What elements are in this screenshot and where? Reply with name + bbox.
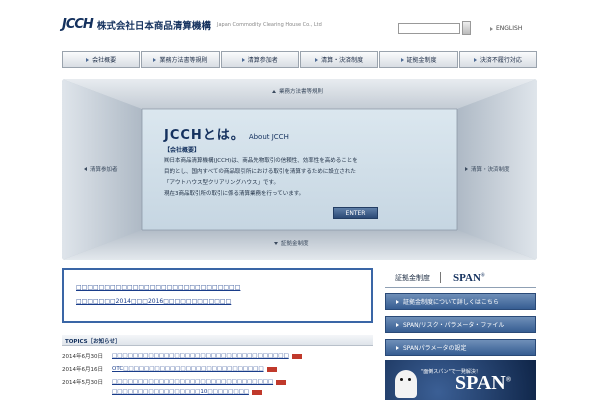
registered-mark: ® — [505, 375, 511, 384]
topic-date: 2014年5月30日 — [62, 380, 103, 386]
global-nav: 会社概要 業務方法書等規則 清算参加者 清算・決済制度 証拠金制度 決済不履行対… — [62, 51, 537, 68]
nav-label: 証拠金制度 — [406, 57, 437, 64]
nav-item-participants[interactable]: 清算参加者 — [220, 51, 299, 68]
search-button[interactable] — [462, 21, 471, 35]
hero-description-line: 現在3商品取引所の取引に係る清算業務を行っています。 — [164, 191, 305, 197]
arrow-down-icon — [274, 242, 278, 245]
mascot-icon — [395, 370, 417, 398]
topic-date: 2014年6月16日 — [62, 367, 103, 373]
arrow-right-icon — [400, 57, 404, 62]
topic-link[interactable]: □□□□□□□□□□□□□□□□□□□□□□□□□□□□□□□□□□ — [112, 353, 289, 359]
hero-description-line: 目的とし、国内すべての商品取引所における取引を清算するために設立された — [164, 169, 356, 175]
hero-link-label: 清算・決済制度 — [471, 167, 510, 173]
nav-label: 業務方法書等規則 — [159, 57, 208, 64]
hero-description: ㈱日本商品清算機構(JCCH)は、商品先物取引の信頼性、効率性を高めることを 目… — [164, 156, 424, 200]
topic-date: 2014年6月30日 — [62, 354, 103, 360]
arrow-right-icon — [473, 57, 477, 62]
topic-item: 2014年6月16日 OTC□□□□□□□□□□□□□□□□□□□□□□□□□□… — [62, 365, 373, 373]
arrow-right-icon — [396, 345, 399, 350]
span-logo-text: SPAN — [453, 271, 481, 284]
hero-title-en: About JCCH — [248, 133, 289, 141]
arrow-left-icon — [84, 167, 87, 171]
new-badge-icon — [291, 353, 302, 359]
span-parameter-button[interactable]: SPANパラメータの設定 — [385, 339, 536, 356]
nav-item-margin[interactable]: 証拠金制度 — [379, 51, 458, 68]
header: JCCH 株式会社日本商品清算機構 Japan Commodity Cleari… — [0, 0, 600, 44]
banner-logo-text: SPAN — [455, 372, 506, 394]
side-button-label: 証拠金制度について詳しくはこちら — [403, 299, 499, 306]
topic-item: 2014年5月30日 □□□□□□□□□□□□□□□□□□□□□□□□□□□□□… — [62, 378, 373, 386]
hero-link-rules[interactable]: 業務方法書等規則 — [272, 87, 323, 95]
hero-link-participants[interactable]: 清算参加者 — [84, 165, 118, 173]
topics-heading: TOPICS［お知らせ］ — [62, 335, 373, 346]
hero-link-margin[interactable]: 証拠金制度 — [274, 239, 309, 247]
banner-span-logo: SPAN® — [455, 372, 511, 395]
span-banner[interactable]: "面倒スパン"で一発解決！ SPAN® — [385, 360, 536, 400]
arrow-right-icon — [465, 167, 468, 171]
span-risk-file-button[interactable]: SPAN/リスク・パラメータ・ファイル — [385, 316, 536, 333]
topic-item: 2014年6月30日 □□□□□□□□□□□□□□□□□□□□□□□□□□□□□… — [62, 352, 373, 360]
nav-label: 清算参加者 — [247, 57, 278, 64]
topic-link[interactable]: □□□□□□□□□□□□□□□□□□□□□□□□□□□□□□□ — [112, 379, 273, 385]
hero-description-line: ㈱日本商品清算機構(JCCH)は、商品先物取引の信頼性、効率性を高めることを — [164, 158, 358, 164]
margin-system-heading: 証拠金制度 SPAN® — [385, 268, 536, 288]
hero-description-line: 「アウトハウス型クリアリングハウス」です。 — [164, 180, 279, 186]
hero-panel: 業務方法書等規則 証拠金制度 清算参加者 清算・決済制度 JCCHとは。 Abo… — [62, 79, 537, 260]
topic-link[interactable]: □□□□□□□□□□□□□□□□□10□□□□□□□□ — [112, 389, 249, 395]
span-logo: SPAN® — [453, 272, 485, 284]
arrow-up-icon — [272, 90, 276, 93]
new-badge-icon — [276, 379, 287, 385]
nav-item-company[interactable]: 会社概要 — [62, 51, 141, 68]
margin-system-label: 証拠金制度 — [395, 273, 430, 282]
arrow-right-icon — [396, 322, 399, 327]
new-badge-icon — [251, 389, 262, 395]
search-input[interactable] — [398, 23, 460, 34]
notice-link[interactable]: □□□□□□□2014□□□2016□□□□□□□□□□□□ — [76, 295, 371, 309]
site-logo[interactable]: JCCH 株式会社日本商品清算機構 — [62, 17, 211, 32]
hero-title: JCCHとは。 About JCCH — [164, 124, 289, 143]
logo-company-name: 株式会社日本商品清算機構 — [96, 20, 211, 32]
english-link[interactable]: ENGLISH — [490, 25, 522, 32]
nav-item-default[interactable]: 決済不履行対応 — [458, 51, 537, 68]
nav-label: 会社概要 — [92, 57, 117, 64]
arrow-right-icon — [315, 57, 319, 62]
enter-button[interactable]: ENTER — [333, 207, 378, 219]
notice-box: □□□□□□□□□□□□□□□□□□□□□□□□□□□□□ □□□□□□□201… — [62, 268, 373, 323]
divider — [440, 272, 441, 283]
nav-item-rules[interactable]: 業務方法書等規則 — [141, 51, 220, 68]
arrow-right-icon — [490, 26, 493, 31]
arrow-right-icon — [241, 57, 245, 62]
topic-link[interactable]: OTC□□□□□□□□□□□□□□□□□□□□□□□□□□□ — [112, 366, 264, 372]
hero-link-clearing[interactable]: 清算・決済制度 — [465, 165, 510, 173]
logo-mark: JCCH — [62, 17, 94, 32]
nav-label: 清算・決済制度 — [321, 57, 364, 64]
arrow-right-icon — [396, 299, 399, 304]
arrow-right-icon — [153, 57, 157, 62]
hero-link-label: 業務方法書等規則 — [279, 89, 324, 95]
logo-company-name-en: Japan Commodity Clearing House Co., Ltd — [217, 22, 322, 28]
notice-link[interactable]: □□□□□□□□□□□□□□□□□□□□□□□□□□□□□ — [76, 281, 371, 295]
hero-link-label: 証拠金制度 — [281, 241, 309, 247]
new-badge-icon — [266, 366, 277, 372]
side-button-label: SPANパラメータの設定 — [403, 345, 467, 352]
nav-item-clearing[interactable]: 清算・決済制度 — [300, 51, 379, 68]
nav-label: 決済不履行対応 — [479, 57, 522, 64]
side-button-label: SPAN/リスク・パラメータ・ファイル — [403, 322, 505, 329]
margin-details-button[interactable]: 証拠金制度について詳しくはこちら — [385, 293, 536, 310]
hero-section-label: 【会社概要】 — [164, 147, 201, 154]
english-label: ENGLISH — [496, 25, 523, 32]
registered-mark: ® — [480, 272, 485, 278]
hero-title-jp: JCCHとは。 — [164, 128, 245, 143]
topic-item: □□□□□□□□□□□□□□□□□10□□□□□□□□ — [62, 389, 373, 395]
hero-link-label: 清算参加者 — [90, 167, 118, 173]
arrow-right-icon — [86, 57, 90, 62]
